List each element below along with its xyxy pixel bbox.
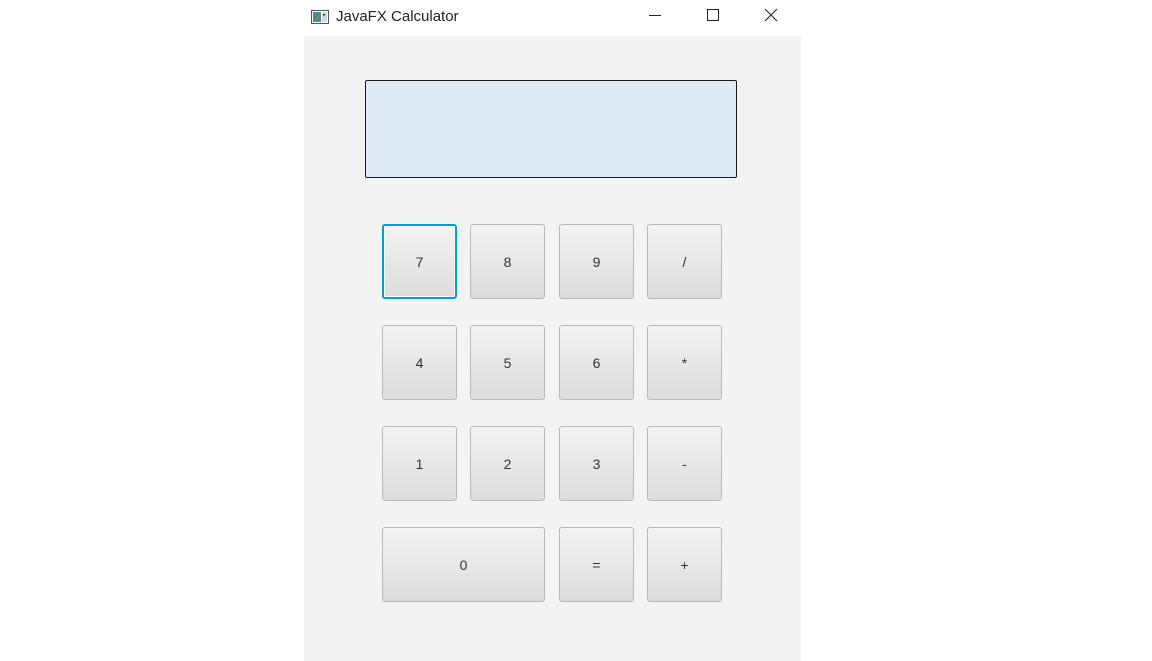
minimize-icon bbox=[648, 8, 662, 27]
key-1-button[interactable]: 1 bbox=[382, 426, 457, 501]
divide-button[interactable]: / bbox=[647, 224, 722, 299]
key-8-button[interactable]: 8 bbox=[470, 224, 545, 299]
add-button[interactable]: + bbox=[647, 527, 722, 602]
key-6-button[interactable]: 6 bbox=[559, 325, 634, 400]
key-7-button[interactable]: 7 bbox=[382, 224, 457, 299]
key-9-button[interactable]: 9 bbox=[559, 224, 634, 299]
multiply-button[interactable]: * bbox=[647, 325, 722, 400]
close-icon bbox=[764, 8, 778, 27]
equals-button[interactable]: = bbox=[559, 527, 634, 602]
window-title: JavaFX Calculator bbox=[336, 8, 459, 25]
close-button[interactable] bbox=[748, 0, 794, 34]
key-4-button[interactable]: 4 bbox=[382, 325, 457, 400]
javafx-window-icon bbox=[311, 10, 329, 24]
title-bar[interactable]: JavaFX Calculator bbox=[304, 0, 801, 36]
key-2-button[interactable]: 2 bbox=[470, 426, 545, 501]
maximize-icon bbox=[706, 8, 720, 27]
key-5-button[interactable]: 5 bbox=[470, 325, 545, 400]
calculator-display[interactable] bbox=[365, 80, 737, 178]
key-3-button[interactable]: 3 bbox=[559, 426, 634, 501]
minimize-button[interactable] bbox=[632, 0, 678, 34]
subtract-button[interactable]: - bbox=[647, 426, 722, 501]
calculator-window: JavaFX Calculator 7 8 9 / 4 5 6 * 1 2 3 bbox=[304, 0, 801, 661]
key-0-button[interactable]: 0 bbox=[382, 527, 545, 602]
calculator-panel: 7 8 9 / 4 5 6 * 1 2 3 - 0 = + bbox=[304, 36, 801, 661]
maximize-button[interactable] bbox=[690, 0, 736, 34]
